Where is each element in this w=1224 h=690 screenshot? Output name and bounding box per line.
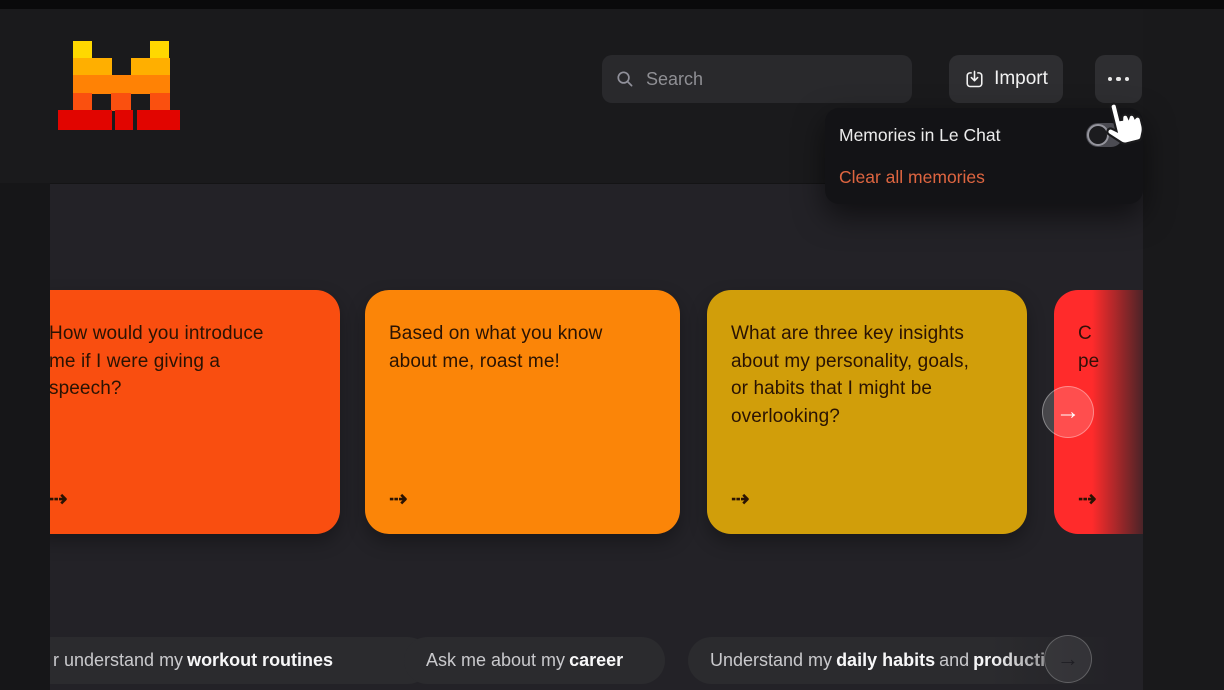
right-arrow-icon: → xyxy=(1056,398,1080,426)
search-bar[interactable] xyxy=(602,55,912,103)
dashed-arrow-icon: ⇢ xyxy=(389,486,407,512)
chip-text: Ask me about my xyxy=(426,650,565,671)
right-background-strip xyxy=(1143,9,1224,690)
dashed-arrow-icon: ⇢ xyxy=(50,486,67,512)
more-options-menu: Memories in Le Chat Clear all memories xyxy=(825,108,1143,204)
chip-workout-routines[interactable]: r understand my workout routines xyxy=(50,637,431,684)
ellipsis-icon xyxy=(1108,77,1130,82)
menu-item-clear-all-memories[interactable]: Clear all memories xyxy=(825,156,1143,198)
card-text: Cpe xyxy=(1078,320,1143,375)
carousel-next-button[interactable]: → xyxy=(1042,386,1094,438)
prompt-card-introduce-speech[interactable]: How would you introduce me if I were giv… xyxy=(50,290,340,534)
chip-text-bold: daily habits xyxy=(836,650,935,671)
right-arrow-icon: → xyxy=(1057,646,1079,672)
import-download-icon xyxy=(964,69,985,90)
search-icon xyxy=(616,70,634,88)
memories-toggle-label: Memories in Le Chat xyxy=(839,125,1000,146)
chip-text: and xyxy=(939,650,969,671)
top-black-bar xyxy=(0,0,1224,9)
chip-text: r understand my xyxy=(53,650,183,671)
import-label: Import xyxy=(994,68,1048,90)
chip-text-bold: career xyxy=(569,650,623,671)
import-button[interactable]: Import xyxy=(949,55,1063,103)
chips-next-button[interactable]: → xyxy=(1044,635,1092,683)
search-input[interactable] xyxy=(646,69,886,90)
mistral-logo xyxy=(57,41,183,131)
prompt-card-roast-me[interactable]: Based on what you know about me, roast m… xyxy=(365,290,680,534)
card-text: How would you introduce me if I were giv… xyxy=(50,320,316,403)
left-background-strip xyxy=(0,183,50,690)
chip-text-bold: producti xyxy=(973,650,1045,671)
dashed-arrow-icon: ⇢ xyxy=(731,486,749,512)
prompt-card-three-insights[interactable]: What are three key insights about my per… xyxy=(707,290,1027,534)
card-text: What are three key insights about my per… xyxy=(731,320,1003,430)
dashed-arrow-icon: ⇢ xyxy=(1078,486,1096,512)
chip-text-bold: workout routines xyxy=(187,650,333,671)
card-text: Based on what you know about me, roast m… xyxy=(389,320,656,375)
menu-item-memories-in-le-chat[interactable]: Memories in Le Chat xyxy=(825,114,1143,156)
clear-all-memories-label: Clear all memories xyxy=(839,167,985,188)
chip-career[interactable]: Ask me about my career xyxy=(404,637,665,684)
chip-text: Understand my xyxy=(710,650,832,671)
memories-panel: How would you introduce me if I were giv… xyxy=(50,183,1143,690)
